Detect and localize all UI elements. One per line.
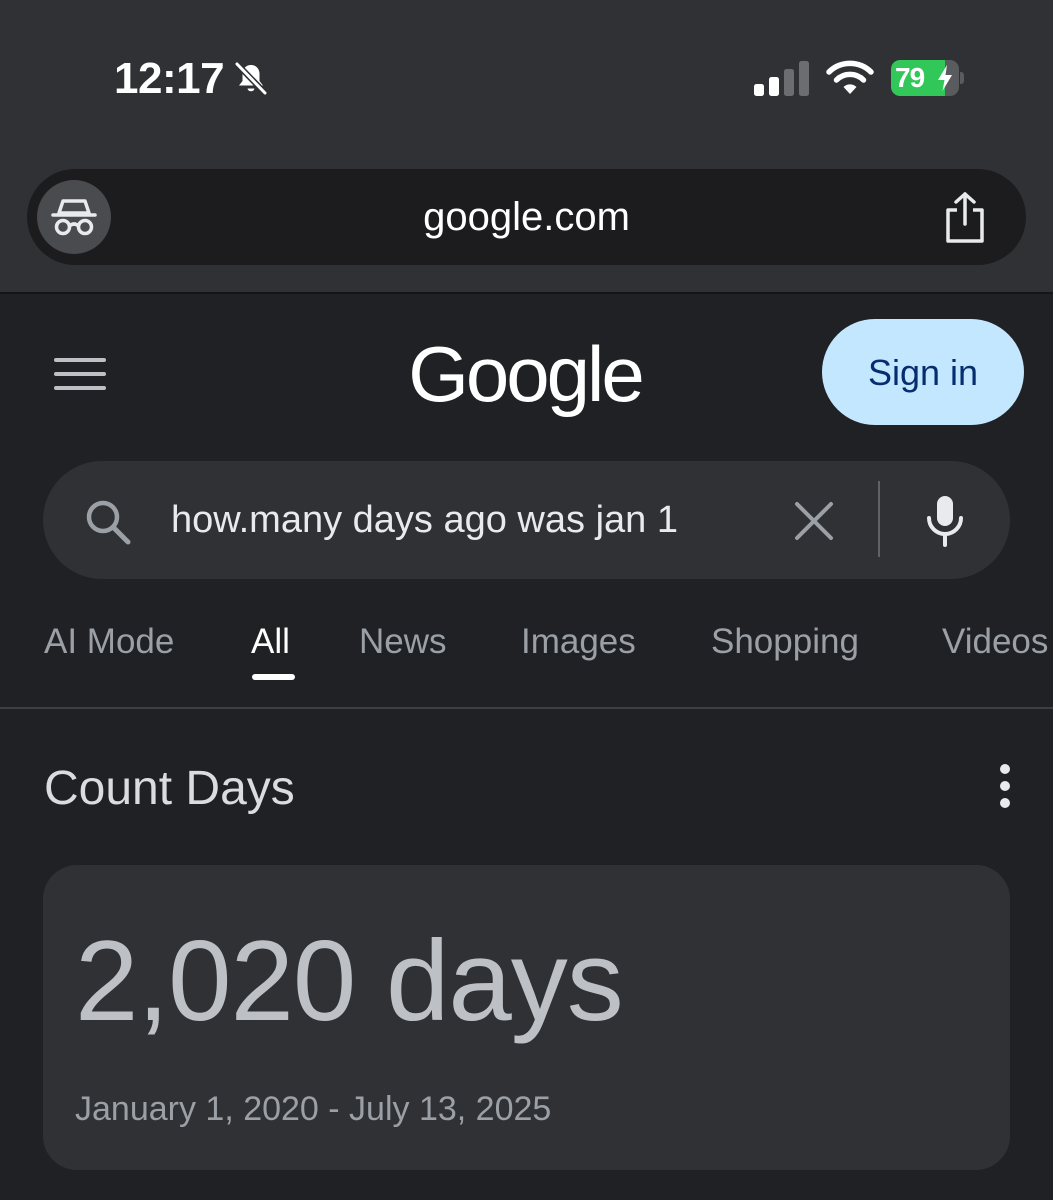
menu-icon[interactable] xyxy=(54,356,106,392)
search-divider xyxy=(878,481,880,557)
search-icon xyxy=(86,500,131,545)
tab-images[interactable]: Images xyxy=(521,620,636,664)
address-bar[interactable]: google.com xyxy=(27,169,1026,265)
sign-in-button[interactable]: Sign in xyxy=(822,319,1024,425)
screen: 12:17 79 google.com Google Sign in how.m… xyxy=(0,0,1053,1200)
active-tab-indicator xyxy=(252,674,295,680)
tab-videos[interactable]: Videos xyxy=(942,620,1048,664)
search-tabs: AI Mode All News Images Shopping Videos xyxy=(0,606,1053,708)
battery-body: 79 xyxy=(891,60,959,96)
result-date-range: January 1, 2020 - July 13, 2025 xyxy=(75,1090,552,1128)
incognito-icon xyxy=(51,199,97,236)
url-text: google.com xyxy=(423,195,630,239)
tab-ai-mode[interactable]: AI Mode xyxy=(44,620,174,664)
battery-cap xyxy=(960,72,964,84)
tabs-divider xyxy=(0,707,1053,709)
tab-all[interactable]: All xyxy=(251,620,290,664)
status-time: 12:17 xyxy=(114,54,225,103)
result-title: Count Days xyxy=(44,762,295,815)
search-input[interactable]: how.many days ago was jan 1 xyxy=(171,461,761,579)
tab-news[interactable]: News xyxy=(359,620,447,664)
charging-bolt-icon xyxy=(938,65,952,91)
incognito-button[interactable] xyxy=(37,180,111,254)
google-logo[interactable]: Google xyxy=(400,324,650,424)
microphone-icon[interactable] xyxy=(923,495,967,547)
search-box[interactable]: how.many days ago was jan 1 xyxy=(43,461,1010,579)
cellular-signal-icon xyxy=(754,61,809,96)
battery-percent: 79 xyxy=(895,62,925,93)
more-vert-icon[interactable] xyxy=(990,762,1020,812)
result-card: 2,020 days January 1, 2020 - July 13, 20… xyxy=(43,865,1010,1170)
share-icon[interactable] xyxy=(940,191,990,245)
result-value: 2,020 days xyxy=(75,918,624,1045)
bell-slash-icon xyxy=(234,61,268,96)
wifi-icon xyxy=(826,60,874,94)
clear-icon[interactable] xyxy=(793,500,835,542)
browser-chrome: 12:17 79 google.com xyxy=(0,0,1053,294)
battery-indicator: 79 xyxy=(891,60,964,96)
tab-shopping[interactable]: Shopping xyxy=(711,620,859,664)
